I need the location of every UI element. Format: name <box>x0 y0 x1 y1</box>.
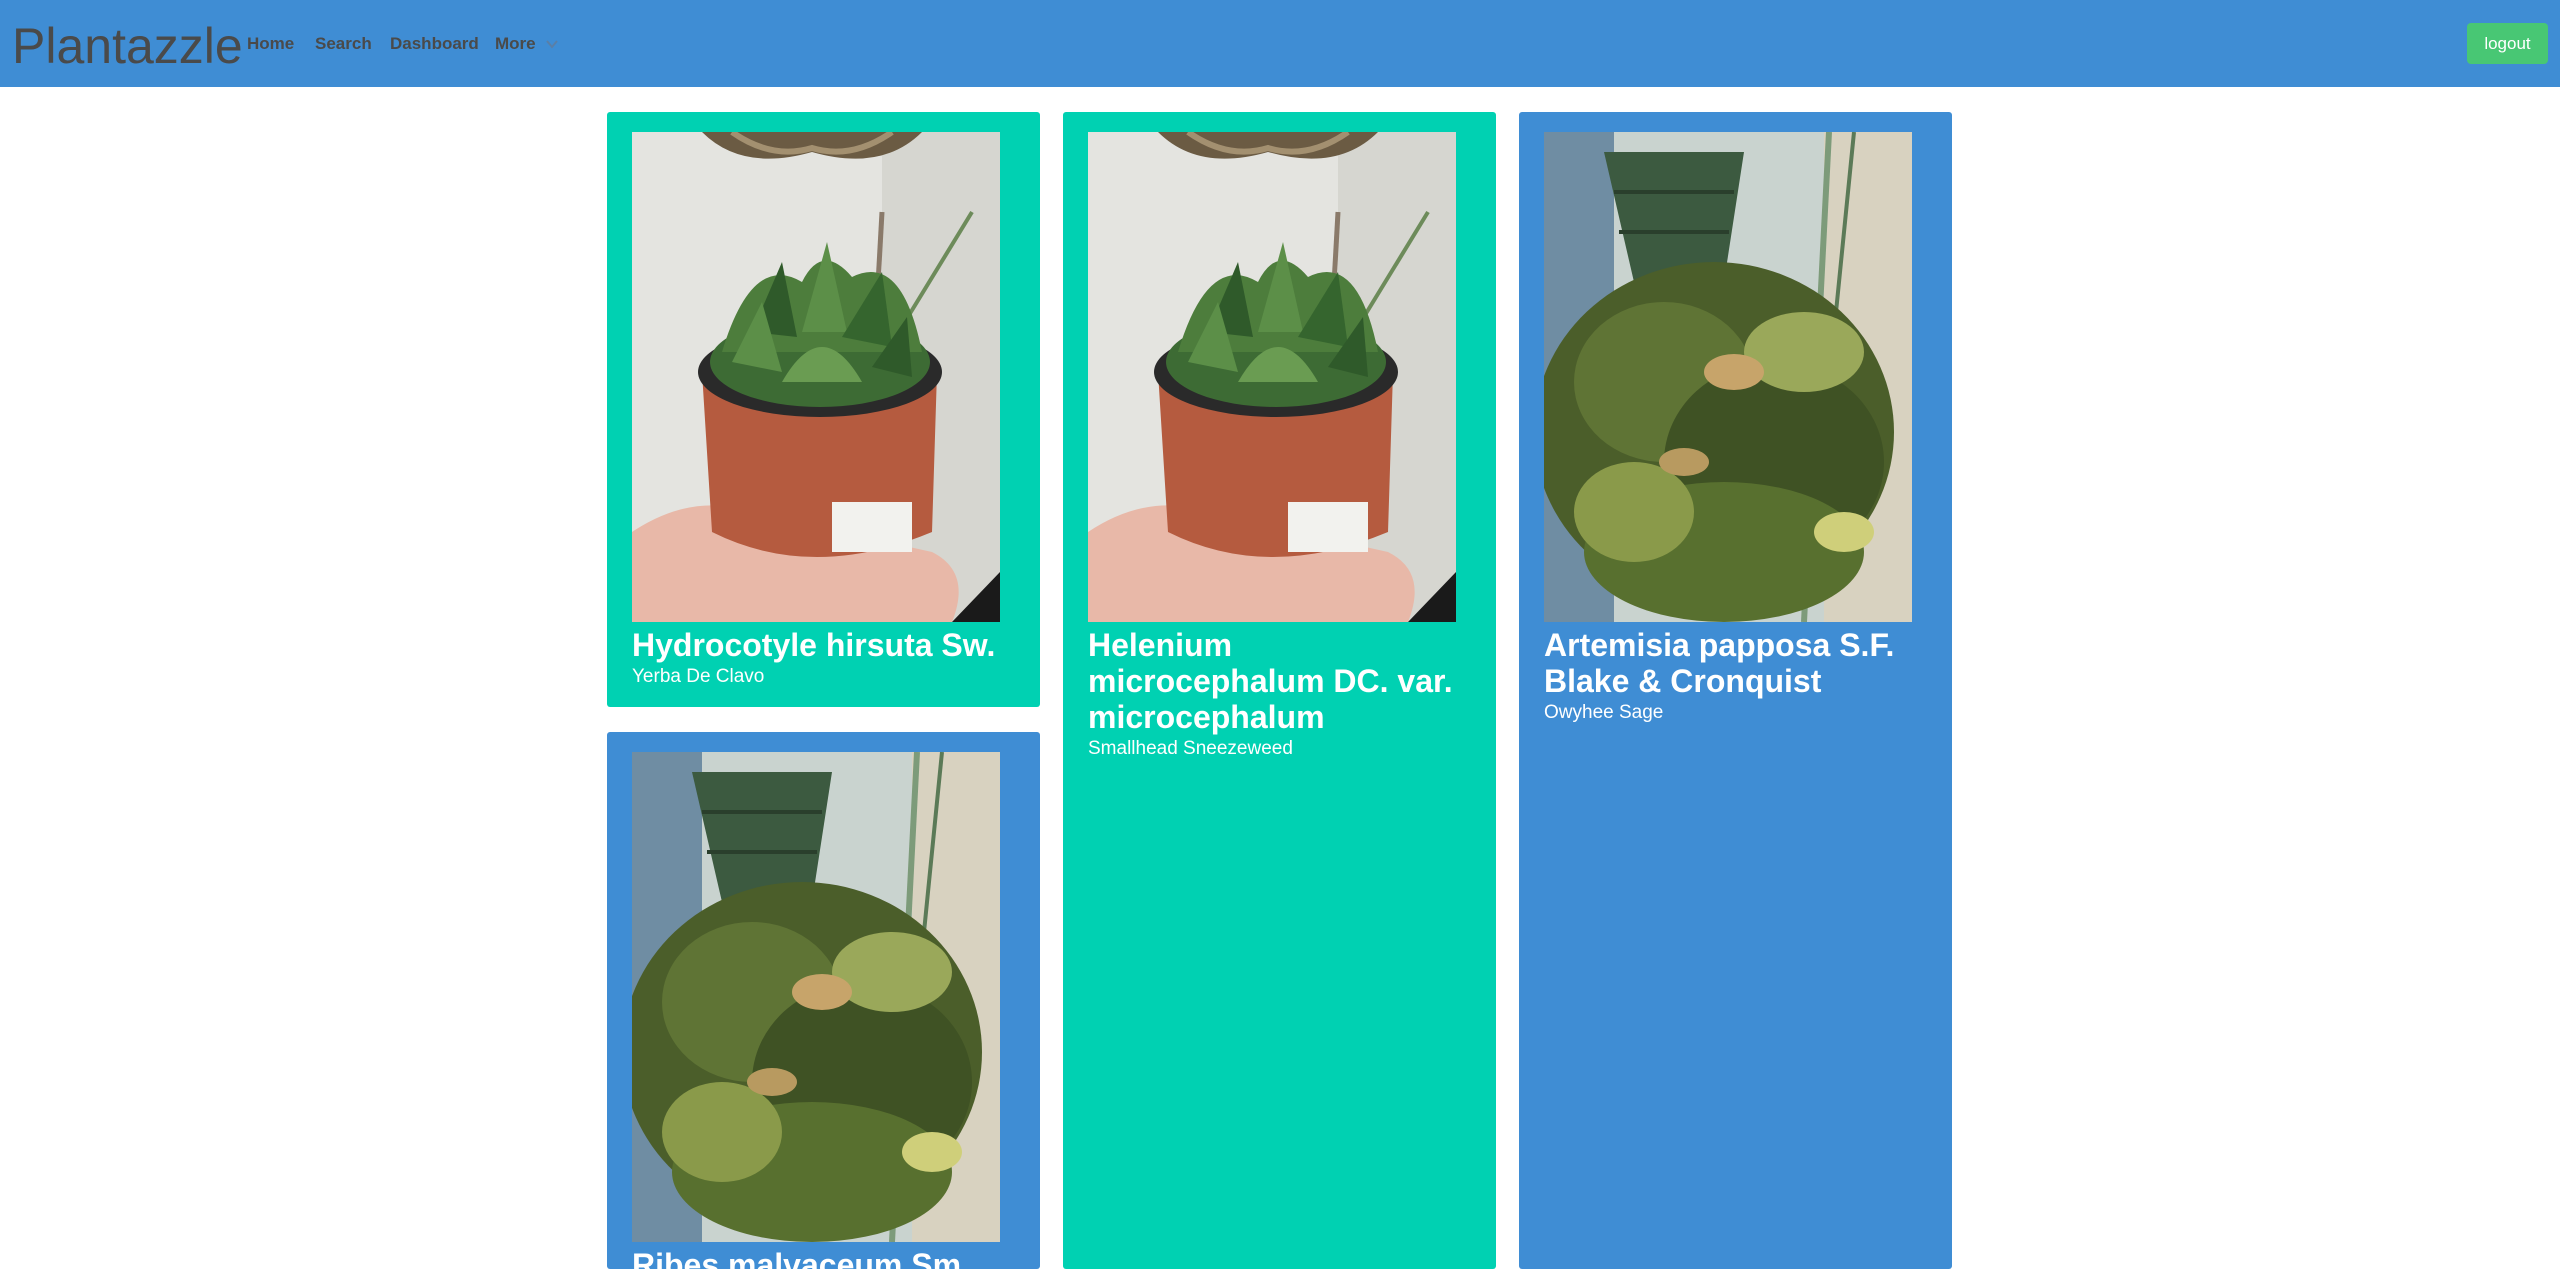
top-navbar: Plantazzle Home Search Dashboard More lo… <box>0 0 2560 87</box>
plant-photo <box>1544 132 1912 622</box>
nav-search-link[interactable]: Search <box>315 32 372 56</box>
plant-scientific-name[interactable]: Ribes malvaceum Sm. <box>632 1247 1000 1283</box>
logout-button[interactable]: logout <box>2467 23 2548 64</box>
plant-scientific-name[interactable]: Helenium microcephalum DC. var. microcep… <box>1088 627 1456 735</box>
plant-common-name: Yerba De Clavo <box>632 666 765 687</box>
plant-common-name: Owyhee Sage <box>1544 702 1664 723</box>
plant-photo <box>632 132 1000 622</box>
nav-home-link[interactable]: Home <box>247 32 294 56</box>
plant-card[interactable]: Ribes malvaceum Sm. <box>607 732 1040 1283</box>
plant-card[interactable]: Artemisia papposa S.F. Blake & Cronquist… <box>1519 112 1952 1269</box>
nav-more-dropdown[interactable]: More <box>495 32 560 56</box>
plant-card[interactable]: Helenium microcephalum DC. var. microcep… <box>1063 112 1496 1269</box>
plant-common-name: Smallhead Sneezeweed <box>1088 738 1293 759</box>
plant-photo <box>632 752 1000 1242</box>
plant-scientific-name[interactable]: Hydrocotyle hirsuta Sw. <box>632 627 1000 663</box>
nav-dashboard-link[interactable]: Dashboard <box>390 32 479 56</box>
chevron-down-icon <box>545 40 558 49</box>
plant-card[interactable]: Hydrocotyle hirsuta Sw. Yerba De Clavo <box>607 112 1040 707</box>
brand-logo[interactable]: Plantazzle <box>12 16 243 76</box>
plant-photo <box>1088 132 1456 622</box>
nav-more-label: More <box>495 34 536 53</box>
plant-scientific-name[interactable]: Artemisia papposa S.F. Blake & Cronquist <box>1544 627 1912 699</box>
